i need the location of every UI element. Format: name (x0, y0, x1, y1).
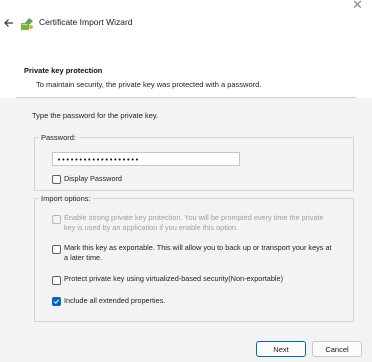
certificate-wizard-icon (21, 18, 33, 30)
next-button[interactable]: Next (256, 341, 306, 357)
vbs-protection-checkbox[interactable] (52, 276, 61, 285)
back-arrow-icon[interactable] (2, 16, 16, 30)
vbs-protection-label[interactable]: Protect private key using virtualized-ba… (64, 274, 336, 284)
exportable-label[interactable]: Mark this key as exportable. This will a… (64, 243, 336, 263)
cancel-button[interactable]: Cancel (312, 341, 362, 357)
instruction-text: Type the password for the private key. (32, 111, 159, 120)
page-title: Private key protection (24, 66, 103, 75)
display-password-checkbox[interactable] (52, 175, 61, 184)
strong-protection-label: Enable strong private key protection. Yo… (64, 213, 324, 232)
window-title: Certificate Import Wizard (39, 17, 133, 27)
close-icon[interactable]: ✕ (352, 0, 363, 13)
extended-properties-label[interactable]: Include all extended properties. (64, 296, 165, 306)
import-options-label: Import options: (41, 194, 91, 203)
strong-protection-checkbox[interactable] (52, 215, 61, 224)
checkmark-icon (53, 299, 60, 304)
password-group-label: Password: (41, 133, 77, 142)
extended-properties-checkbox[interactable] (52, 297, 61, 306)
exportable-checkbox[interactable] (52, 245, 61, 254)
password-input[interactable]: ••••••••••••••••••• (52, 152, 240, 166)
display-password-label[interactable]: Display Password (64, 174, 122, 184)
page-subtitle: To maintain security, the private key wa… (36, 80, 262, 89)
